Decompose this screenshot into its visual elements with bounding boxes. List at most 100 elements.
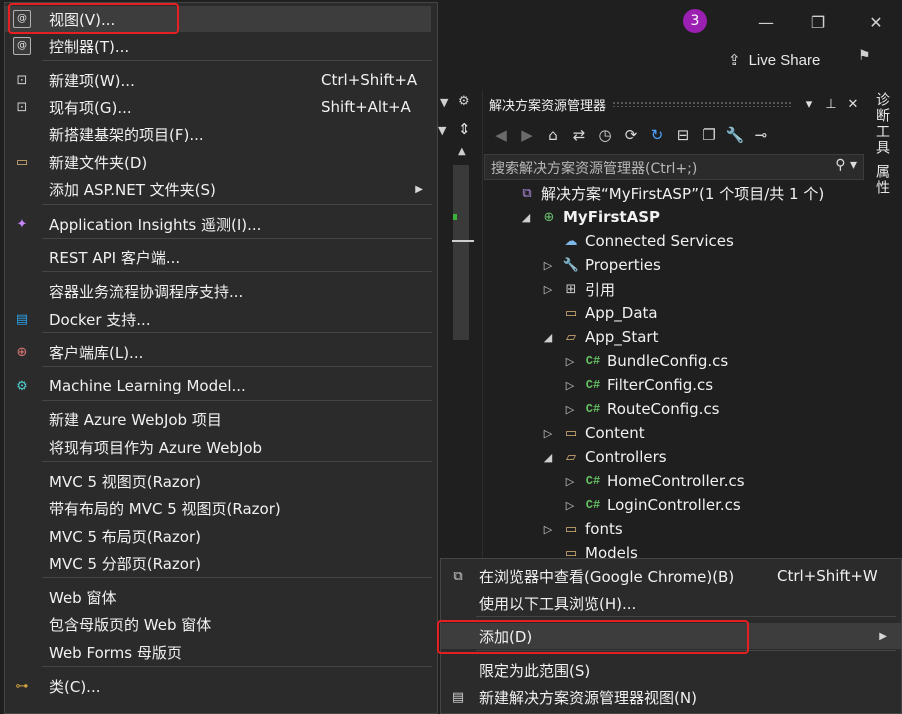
tab-diagnostic-tools[interactable]: 诊断工具 [872,92,892,156]
menu-item[interactable]: ▤ 新建解决方案资源管理器视图(N) [441,684,901,710]
collapsed-arrow-icon[interactable]: ▷ [563,379,577,392]
menu-item[interactable]: ⊶ 类(C)... [5,673,431,699]
collapse-all-icon[interactable]: ⊟ [672,126,694,144]
switch-views-icon[interactable]: ⇄ [568,126,590,144]
tree-item[interactable]: ◢ ▱ App_Start [541,325,659,349]
collapsed-arrow-icon[interactable]: ▷ [563,355,577,368]
scroll-thumb-marker [452,240,474,242]
copy-icon[interactable]: ❐ [698,126,720,144]
menu-item[interactable]: Web Forms 母版页 [5,639,431,665]
feedback-icon[interactable]: ⚑ [858,48,880,70]
menu-item[interactable]: 将现有项目作为 Azure WebJob [5,434,431,460]
settings-gear-icon[interactable]: ⚙ [458,94,470,109]
chevron-down-icon[interactable]: ▾ [798,97,820,112]
tree-item[interactable]: ▷ 🔧 Properties [541,253,661,277]
submenu-arrow-icon: ▶ [415,183,423,195]
scroll-up-icon[interactable]: ▲ [458,146,466,157]
home-icon[interactable]: ⌂ [542,126,564,144]
menu-item[interactable]: Web 窗体 [5,584,431,610]
menu-item[interactable]: ⚙ Machine Learning Model... [5,373,431,399]
collapsed-arrow-icon[interactable]: ▷ [563,499,577,512]
dropdown-arrow-icon[interactable]: ▼ [440,96,448,109]
sync-icon[interactable]: ⟳ [620,126,642,144]
expanded-arrow-icon[interactable]: ◢ [541,451,555,464]
forward-icon[interactable]: ▶ [516,126,538,144]
menu-item[interactable]: MVC 5 视图页(Razor) [5,468,431,494]
pending-changes-icon[interactable]: ◷ [594,126,616,144]
menu-item[interactable]: 包含母版页的 Web 窗体 [5,611,431,637]
editor-scrollbar[interactable] [453,165,469,340]
tree-item[interactable]: ◢ ⊕ MyFirstASP [519,205,660,229]
collapsed-arrow-icon[interactable]: ▷ [563,475,577,488]
tree-item[interactable]: ☁ Connected Services [541,229,734,253]
menu-item[interactable]: ▤ Docker 支持... [5,306,431,332]
menu-item-label: 限定为此范围(S) [479,661,591,680]
collapsed-arrow-icon[interactable]: ▷ [541,427,555,440]
menu-item[interactable]: 新建 Azure WebJob 项目 [5,406,431,432]
menu-item[interactable]: ⊕ 客户端库(L)... [5,339,431,365]
menu-item[interactable]: 带有布局的 MVC 5 视图页(Razor) [5,495,431,521]
tree-item-label: 解决方案“MyFirstASP”(1 个项目/共 1 个) [541,184,825,203]
menu-item[interactable]: ✦ Application Insights 遥测(I)... [5,211,431,237]
solution-explorer-toolbar: ◀ ▶ ⌂ ⇄ ◷ ⟳ ↻ ⊟ ❐ 🔧 ⊸ [490,122,772,148]
back-icon[interactable]: ◀ [490,126,512,144]
menu-item[interactable]: ▭ 新建文件夹(D) [5,149,431,175]
tree-item[interactable]: ▷ C# LoginController.cs [563,493,741,517]
collapsed-arrow-icon[interactable]: ▷ [563,403,577,416]
tree-item[interactable]: ▷ C# RouteConfig.cs [563,397,720,421]
csharp-file-icon: C# [585,402,601,416]
folder-icon: ▭ [564,425,578,441]
expanded-arrow-icon[interactable]: ◢ [541,331,555,344]
tree-item[interactable]: ▷ C# HomeController.cs [563,469,745,493]
preview-icon[interactable]: ⊸ [750,126,772,144]
tree-item[interactable]: ◢ ▱ Controllers [541,445,667,469]
menu-item[interactable]: 使用以下工具浏览(H)... [441,590,901,616]
menu-item[interactable]: @ 控制器(T)... [5,33,431,59]
close-window-button[interactable]: ✕ [858,8,894,38]
menu-item[interactable]: REST API 客户端... [5,244,431,270]
minimize-button[interactable]: — [748,8,784,38]
live-share-button[interactable]: ⇪ Live Share [728,48,820,72]
search-icon[interactable]: ⚲ ▾ [835,157,857,173]
close-icon[interactable]: ✕ [842,97,864,112]
menu-item[interactable]: ⊡ 新建项(W)... Ctrl+Shift+A [5,67,431,93]
menu-item[interactable]: 限定为此范围(S) [441,657,901,683]
tree-item[interactable]: ▷ C# BundleConfig.cs [563,349,728,373]
pin-icon[interactable]: ⊥ [820,97,842,112]
menu-item-label: MVC 5 布局页(Razor) [49,527,201,546]
solution-explorer-title-bar: 解决方案资源管理器 ▾ ⊥ ✕ [482,92,864,116]
tree-item[interactable]: ⧉ 解决方案“MyFirstASP”(1 个项目/共 1 个) [497,181,824,205]
notification-badge[interactable]: 3 [683,9,707,33]
split-editor-icon[interactable]: ⇕ [458,120,471,138]
menu-item-label: 新建文件夹(D) [49,153,148,172]
menu-item[interactable]: 添加 ASP.NET 文件夹(S) ▶ [5,176,431,202]
search-input[interactable]: 搜索解决方案资源管理器(Ctrl+;) ⚲ ▾ [484,154,864,180]
menu-item[interactable]: 容器业务流程协调程序支持... [5,278,431,304]
tree-item[interactable]: ▷ ▭ Content [541,421,645,445]
menu-item[interactable]: ⊡ 现有项(G)... Shift+Alt+A [5,94,431,120]
menu-separator [42,238,432,239]
collapsed-arrow-icon[interactable]: ▷ [541,259,555,272]
menu-item[interactable]: 新搭建基架的项目(F)... [5,121,431,147]
folder-icon: ▭ [564,521,578,537]
menu-item[interactable]: MVC 5 布局页(Razor) [5,523,431,549]
collapsed-arrow-icon[interactable]: ▷ [541,523,555,536]
collapsed-arrow-icon[interactable]: ▷ [541,283,555,296]
refresh-icon[interactable]: ↻ [646,126,668,144]
menu-item-label: MVC 5 分部页(Razor) [49,554,201,573]
folder-open-icon: ▱ [566,329,576,345]
tree-item[interactable]: ▭ App_Data [541,301,658,325]
tree-item[interactable]: ▷ C# FilterConfig.cs [563,373,713,397]
menu-separator [42,204,432,205]
tab-properties[interactable]: 属性 [872,164,892,196]
properties-wrench-icon[interactable]: 🔧 [724,126,746,144]
tree-item[interactable]: ▷ ⊞ 引用 [541,277,615,301]
menu-item[interactable]: ⧉ 在浏览器中查看(Google Chrome)(B) Ctrl+Shift+W [441,563,901,589]
expanded-arrow-icon[interactable]: ◢ [519,211,533,224]
tree-item[interactable]: ▷ ▭ fonts [541,517,623,541]
dropdown-arrow-icon[interactable]: ▼ [438,124,446,137]
restore-button[interactable]: ❐ [800,8,836,38]
drag-grip[interactable] [612,101,792,107]
menu-item[interactable]: MVC 5 分部页(Razor) [5,550,431,576]
menu-separator [42,461,432,462]
